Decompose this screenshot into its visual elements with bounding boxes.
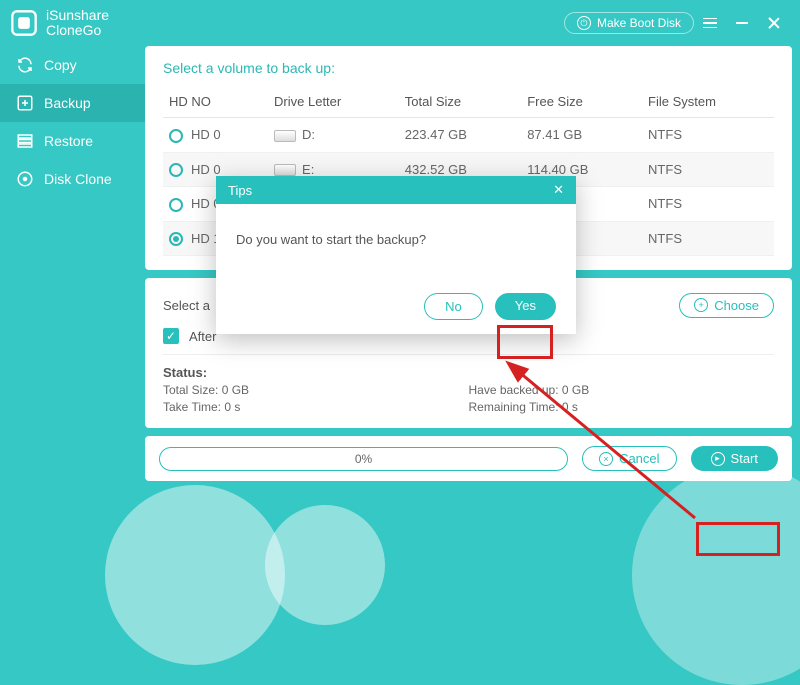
col-total: Total Size bbox=[399, 86, 521, 118]
col-free: Free Size bbox=[521, 86, 642, 118]
sidebar-item-label: Backup bbox=[44, 95, 91, 111]
backup-icon bbox=[16, 94, 34, 112]
radio-icon[interactable] bbox=[169, 232, 183, 246]
sidebar-item-copy[interactable]: Copy bbox=[0, 46, 145, 84]
progress-bar: 0% bbox=[159, 447, 568, 471]
start-label: Start bbox=[731, 451, 758, 466]
choose-button[interactable]: + Choose bbox=[679, 293, 774, 318]
minimize-icon bbox=[736, 22, 748, 24]
status-remain: Remaining Time: 0 s bbox=[469, 400, 775, 414]
disk-icon bbox=[16, 170, 34, 188]
choose-label: Choose bbox=[714, 298, 759, 313]
restore-icon bbox=[16, 132, 34, 150]
sidebar-item-label: Copy bbox=[44, 57, 77, 73]
menu-button[interactable] bbox=[694, 7, 726, 39]
brand-line1: iSunshare bbox=[46, 8, 109, 23]
sidebar-item-restore[interactable]: Restore bbox=[0, 122, 145, 160]
dialog-yes-button[interactable]: Yes bbox=[495, 293, 556, 320]
col-drive: Drive Letter bbox=[268, 86, 399, 118]
sidebar-item-backup[interactable]: Backup bbox=[0, 84, 145, 122]
status-total: Total Size: 0 GB bbox=[163, 383, 469, 397]
tips-dialog: Tips ✕ Do you want to start the backup? … bbox=[216, 176, 576, 334]
volume-section-title: Select a volume to back up: bbox=[163, 60, 774, 76]
dialog-no-button[interactable]: No bbox=[424, 293, 483, 320]
minimize-button[interactable] bbox=[726, 7, 758, 39]
boot-disk-label: Make Boot Disk bbox=[597, 16, 681, 30]
dialog-message: Do you want to start the backup? bbox=[236, 232, 556, 247]
brand-line2: CloneGo bbox=[46, 23, 109, 38]
status-backed: Have backed up: 0 GB bbox=[469, 383, 775, 397]
cancel-label: Cancel bbox=[619, 451, 659, 466]
checkbox-icon[interactable]: ✓ bbox=[163, 328, 179, 344]
progress-value: 0% bbox=[355, 452, 372, 466]
cancel-icon: × bbox=[599, 452, 613, 466]
cancel-button[interactable]: × Cancel bbox=[582, 446, 676, 471]
play-icon: ▸ bbox=[711, 452, 725, 466]
col-hdno: HD NO bbox=[163, 86, 268, 118]
status-take: Take Time: 0 s bbox=[163, 400, 469, 414]
sidebar-item-diskclone[interactable]: Disk Clone bbox=[0, 160, 145, 198]
after-checkbox-label: After bbox=[189, 329, 216, 344]
start-button[interactable]: ▸ Start bbox=[691, 446, 778, 471]
radio-icon[interactable] bbox=[169, 198, 183, 212]
app-brand: iSunshareCloneGo bbox=[10, 8, 109, 37]
dialog-title: Tips bbox=[228, 183, 252, 198]
close-button[interactable] bbox=[758, 7, 790, 39]
select-dest-label: Select a bbox=[163, 298, 210, 313]
sidebar-item-label: Restore bbox=[44, 133, 93, 149]
footer-bar: 0% × Cancel ▸ Start bbox=[145, 436, 792, 481]
hamburger-icon bbox=[703, 15, 717, 32]
plus-icon: + bbox=[694, 298, 708, 312]
refresh-icon bbox=[16, 56, 34, 74]
radio-icon[interactable] bbox=[169, 163, 183, 177]
col-fs: File System bbox=[642, 86, 774, 118]
dialog-close-button[interactable]: ✕ bbox=[553, 182, 564, 198]
sidebar: Copy Backup Restore Disk Clone bbox=[0, 46, 145, 575]
make-boot-disk-button[interactable]: ⏻ Make Boot Disk bbox=[564, 12, 694, 34]
close-icon bbox=[767, 16, 781, 30]
drive-icon bbox=[274, 130, 296, 142]
status-heading: Status: bbox=[163, 365, 774, 380]
logo-icon bbox=[10, 9, 38, 37]
volume-row[interactable]: HD 0 D: 223.47 GB 87.41 GB NTFS bbox=[163, 118, 774, 153]
drive-icon bbox=[274, 164, 296, 176]
power-icon: ⏻ bbox=[577, 16, 591, 30]
radio-icon[interactable] bbox=[169, 129, 183, 143]
sidebar-item-label: Disk Clone bbox=[44, 171, 112, 187]
close-icon: ✕ bbox=[553, 182, 564, 197]
